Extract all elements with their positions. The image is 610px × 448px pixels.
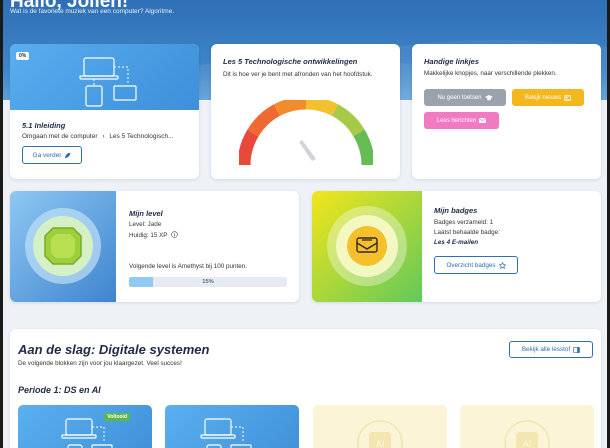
chapter-title: Les 5 Technologische ontwikkelingen bbox=[223, 57, 358, 66]
svg-text:AI: AI bbox=[376, 439, 385, 448]
badges-overview-button[interactable]: Overzicht badges bbox=[434, 256, 518, 274]
ai-chip-icon: AI bbox=[357, 420, 403, 448]
jade-gem-icon bbox=[25, 208, 101, 284]
level-illustration bbox=[10, 191, 116, 302]
badges-overview-label: Overzicht badges bbox=[446, 261, 496, 269]
email-badge-icon bbox=[327, 206, 407, 286]
graduation-cap-icon bbox=[484, 94, 493, 100]
last-badge-name: Les 4 E-mailen bbox=[434, 239, 479, 246]
badges-collected: Badges verzameld: 1 bbox=[434, 219, 494, 226]
no-tests-button[interactable]: Nu geen toetsen bbox=[424, 89, 506, 106]
svg-text:AI: AI bbox=[523, 439, 532, 448]
gauge-needle bbox=[299, 140, 316, 161]
book-icon bbox=[573, 346, 580, 353]
quick-links-card: Handige linkjes Makkelijke knopjes, naar… bbox=[412, 44, 601, 179]
chapter-description: Dit is hoe ver je bent met afronden van … bbox=[223, 71, 373, 78]
lesson-title: 5.1 Inleiding bbox=[22, 121, 66, 130]
envelope-icon bbox=[479, 118, 487, 123]
progress-gauge bbox=[239, 100, 373, 166]
view-news-label: Bekijk nieuws bbox=[524, 94, 562, 101]
breadcrumb: Omgaan met de computer › Les 5 Technolog… bbox=[22, 133, 174, 140]
my-badges-card: Mijn badges Badges verzameld: 1 Laatst b… bbox=[312, 191, 601, 302]
current-lesson-card: 0% 5.1 Inleiding Omgaan met de computer … bbox=[10, 44, 199, 179]
section-subtitle: De volgende blokken zijn voor jou klaarg… bbox=[18, 360, 182, 367]
computer-network-icon bbox=[61, 418, 113, 448]
window-frame-left bbox=[0, 0, 3, 448]
links-description: Makkelijke knopjes, naar verschillende p… bbox=[424, 70, 557, 77]
newspaper-icon bbox=[564, 94, 572, 101]
progress-badge: 0% bbox=[16, 52, 30, 60]
chevron-right-icon: › bbox=[102, 133, 105, 140]
breadcrumb-item[interactable]: Omgaan met de computer bbox=[22, 133, 98, 140]
completed-badge: Voltooid bbox=[104, 413, 130, 421]
block-tile-locked[interactable]: AI bbox=[460, 405, 594, 448]
learning-section: Aan de slag: Digitale systemen De volgen… bbox=[10, 329, 601, 448]
badges-title: Mijn badges bbox=[434, 206, 478, 215]
view-all-content-label: Bekijk alle lesstof bbox=[521, 346, 571, 353]
xp-progress-label: 15% bbox=[202, 279, 214, 285]
last-badge-label: Laatst behaalde badge: bbox=[434, 229, 500, 236]
level-name: Level: Jade bbox=[129, 221, 162, 228]
period-title: Periode 1: DS en AI bbox=[18, 385, 101, 395]
current-xp-value: Huidig: 15 XP bbox=[129, 232, 168, 239]
continue-button-label: Ga verder bbox=[32, 151, 62, 159]
level-title: Mijn level bbox=[129, 209, 163, 218]
computer-network-icon bbox=[200, 418, 252, 448]
lesson-illustration: 0% bbox=[10, 44, 199, 110]
view-all-content-button[interactable]: Bekijk alle lesstof bbox=[509, 341, 593, 358]
section-title: Aan de slag: Digitale systemen bbox=[18, 342, 210, 357]
rocket-icon bbox=[65, 152, 71, 158]
next-level-text: Volgende level is Amethyst bij 100 punte… bbox=[129, 263, 247, 270]
block-tile[interactable] bbox=[165, 405, 299, 448]
star-icon bbox=[498, 261, 506, 269]
read-messages-label: Lees berichten bbox=[436, 117, 477, 124]
links-title: Handige linkjes bbox=[424, 57, 480, 66]
info-icon[interactable] bbox=[171, 231, 178, 238]
ai-chip-icon: AI bbox=[504, 420, 550, 448]
block-tile[interactable]: Voltooid bbox=[18, 405, 152, 448]
view-news-button[interactable]: Bekijk nieuws bbox=[512, 89, 584, 106]
xp-progress-bar: 15% bbox=[129, 277, 287, 287]
greeting-subtitle: Wat is de favoriete muziek van een compu… bbox=[10, 8, 175, 15]
my-level-card: Mijn level Level: Jade Huidig: 15 XP Vol… bbox=[10, 191, 299, 302]
badge-illustration bbox=[312, 191, 422, 302]
breadcrumb-item[interactable]: Les 5 Technologisch... bbox=[109, 133, 173, 140]
current-xp: Huidig: 15 XP bbox=[129, 231, 178, 239]
read-messages-button[interactable]: Lees berichten bbox=[424, 112, 499, 129]
block-tile-locked[interactable]: AI bbox=[313, 405, 447, 448]
no-tests-label: Nu geen toetsen bbox=[437, 94, 482, 101]
chapter-progress-card: Les 5 Technologische ontwikkelingen Dit … bbox=[211, 44, 400, 179]
computer-network-icon bbox=[79, 57, 137, 107]
continue-button[interactable]: Ga verder bbox=[22, 146, 82, 164]
